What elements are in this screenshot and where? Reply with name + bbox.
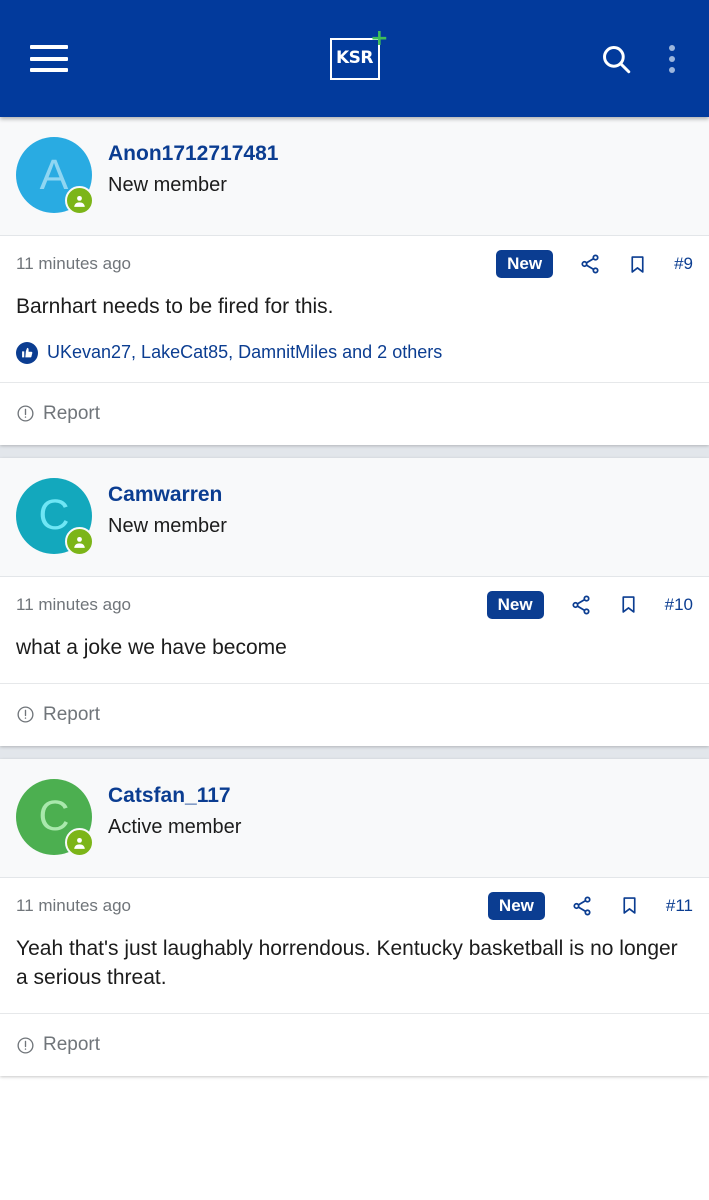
post-body: Barnhart needs to be fired for this. [16, 295, 334, 318]
avatar[interactable]: C [16, 477, 94, 556]
report-label[interactable]: Report [43, 1034, 100, 1056]
new-badge[interactable]: New [487, 891, 545, 920]
post-number[interactable]: #10 [665, 595, 693, 615]
post-footer: Report [0, 1013, 709, 1076]
post-feed: A Anon1712717481 New member 11 minutes a… [0, 117, 709, 1077]
report-label[interactable]: Report [43, 403, 100, 425]
search-icon[interactable] [599, 42, 633, 76]
likes-text[interactable]: UKevan27, LakeCat85, DamnitMiles and 2 o… [47, 342, 442, 363]
avatar[interactable]: C [16, 778, 94, 857]
online-status-icon [65, 186, 94, 215]
author-info: Catsfan_117 Active member [92, 779, 241, 842]
avatar[interactable]: A [16, 137, 94, 215]
post-meta-row: 11 minutes ago New #11 [0, 878, 709, 930]
thumbs-up-icon [16, 341, 38, 364]
author-title: New member [108, 515, 227, 538]
author-username[interactable]: Catsfan_117 [108, 783, 231, 809]
post-footer: Report [0, 381, 709, 445]
logo-box: KSR + [329, 27, 389, 80]
bookmark-icon[interactable] [627, 254, 648, 275]
bookmark-icon[interactable] [619, 895, 640, 916]
author-title: Active member [108, 815, 242, 838]
report-icon[interactable] [16, 404, 35, 423]
author-info: Anon1712717481 New member [92, 137, 278, 200]
author-info: Camwarren New member [92, 478, 227, 541]
post-meta-actions: New #11 [487, 891, 693, 920]
hamburger-menu-icon[interactable] [30, 45, 68, 72]
post-number[interactable]: #11 [666, 896, 693, 916]
app-header: KSR + [0, 0, 709, 117]
app-header-left [30, 45, 68, 72]
author-username[interactable]: Camwarren [108, 482, 222, 508]
post-meta-row: 11 minutes ago New #9 [0, 236, 709, 288]
logo-text: KSR [335, 48, 374, 68]
share-icon[interactable] [579, 253, 601, 275]
post-meta-actions: New #9 [496, 250, 693, 278]
logo-plus-icon: + [370, 25, 389, 51]
share-icon[interactable] [571, 895, 593, 917]
post-footer: Report [0, 682, 709, 746]
post-body: what a joke we have become [16, 635, 287, 659]
author-username[interactable]: Anon1712717481 [108, 141, 278, 167]
new-badge[interactable]: New [486, 590, 544, 619]
overflow-menu-icon[interactable] [663, 41, 681, 77]
post-author-header: C Camwarren New member [0, 457, 709, 577]
post-item: A Anon1712717481 New member 11 minutes a… [0, 117, 709, 445]
report-icon[interactable] [16, 1036, 35, 1055]
app-header-right [599, 41, 681, 77]
bookmark-icon[interactable] [618, 594, 639, 615]
post-timestamp: 11 minutes ago [16, 594, 131, 614]
post-meta-row: 11 minutes ago New #10 [0, 577, 709, 629]
post-item: C Catsfan_117 Active member 11 minutes a… [0, 758, 709, 1077]
report-label[interactable]: Report [43, 704, 100, 726]
post-author-header: C Catsfan_117 Active member [0, 758, 709, 878]
post-body: Yeah that's just laughably horrendous. K… [16, 936, 678, 990]
post-item: C Camwarren New member 11 minutes ago Ne… [0, 457, 709, 746]
online-status-icon [65, 526, 94, 556]
post-timestamp: 11 minutes ago [16, 895, 131, 915]
post-number[interactable]: #9 [674, 254, 693, 274]
post-meta-actions: New #10 [486, 590, 693, 619]
report-icon[interactable] [16, 705, 35, 724]
post-likes-row: UKevan27, LakeCat85, DamnitMiles and 2 o… [0, 328, 709, 382]
site-logo[interactable]: KSR + [329, 27, 389, 80]
share-icon[interactable] [570, 594, 592, 616]
post-timestamp: 11 minutes ago [16, 254, 131, 273]
online-status-icon [65, 827, 94, 857]
post-author-header: A Anon1712717481 New member [0, 117, 709, 236]
new-badge[interactable]: New [496, 250, 554, 278]
author-title: New member [108, 174, 227, 197]
